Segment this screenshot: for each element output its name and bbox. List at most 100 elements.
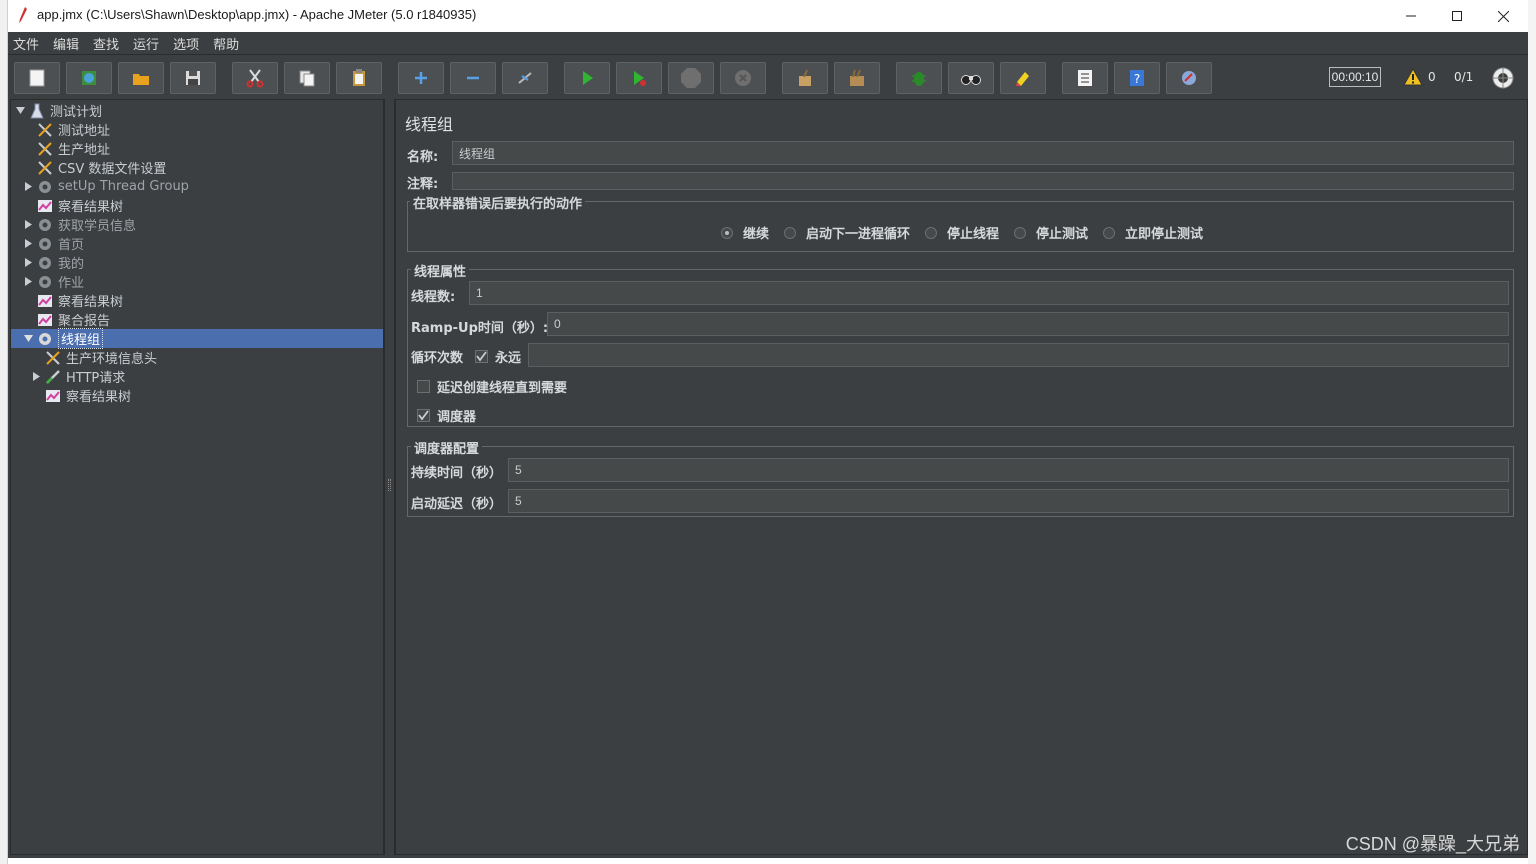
thread-group-icon xyxy=(36,235,54,253)
menu-file[interactable]: 文件 xyxy=(13,34,45,53)
radio-label: 停止测试 xyxy=(1036,227,1089,242)
cut-button[interactable] xyxy=(232,62,278,94)
tree-node-label: 作业 xyxy=(58,276,85,291)
toggle-button[interactable] xyxy=(502,62,548,94)
menu-options[interactable]: 选项 xyxy=(173,34,205,53)
tree-node-thread-group[interactable]: 首页 xyxy=(23,234,84,253)
delay-thread-creation-checkbox[interactable]: 延迟创建线程直到需要 xyxy=(417,377,567,396)
reset-search-button[interactable] xyxy=(1000,62,1046,94)
name-input[interactable]: 线程组 xyxy=(452,141,1514,165)
forever-checkbox[interactable]: 永远 xyxy=(475,347,521,366)
minimize-button[interactable] xyxy=(1388,0,1434,32)
paste-icon xyxy=(353,69,365,86)
expand-arrow-icon[interactable] xyxy=(31,372,41,382)
function-helper-button[interactable] xyxy=(1062,62,1108,94)
radio-stop-thread[interactable]: 停止线程 xyxy=(925,223,999,242)
tree-node-thread-group[interactable]: 作业 xyxy=(23,272,84,291)
tree-node-test-plan[interactable]: 测试计划 xyxy=(15,101,102,120)
expand-arrow-icon[interactable] xyxy=(23,220,33,230)
copy-button[interactable] xyxy=(284,62,330,94)
clear-all-button[interactable] xyxy=(834,62,880,94)
open-button[interactable] xyxy=(118,62,164,94)
tree-node-csv-config[interactable]: CSV 数据文件设置 xyxy=(36,158,166,177)
tree-node-setup-thread-group[interactable]: setUp Thread Group xyxy=(23,177,189,196)
debug-icon xyxy=(912,72,926,86)
radio-start-next-loop[interactable]: 启动下一进程循环 xyxy=(784,223,910,242)
tree-node-header-manager[interactable]: 生产环境信息头 xyxy=(44,348,157,367)
thread-group-icon xyxy=(36,216,54,234)
expand-arrow-icon[interactable] xyxy=(23,258,33,268)
search-button[interactable] xyxy=(948,62,994,94)
thread-group-icon xyxy=(36,330,54,348)
start-no-pause-icon xyxy=(634,71,646,86)
tree-node-http-request[interactable]: HTTP请求 xyxy=(31,367,125,386)
tree-node-thread-group-selected[interactable]: 线程组 xyxy=(11,328,383,349)
menu-help[interactable]: 帮助 xyxy=(213,34,245,53)
expand-all-button[interactable] xyxy=(398,62,444,94)
config-element-icon xyxy=(36,121,54,139)
tree-node-thread-group[interactable]: 获取学员信息 xyxy=(23,215,136,234)
tree-node-listener[interactable]: 察看结果树 xyxy=(36,291,123,310)
window-title: app.jmx (C:\Users\Shawn\Desktop\app.jmx)… xyxy=(37,7,477,22)
stop-button[interactable] xyxy=(668,62,714,94)
close-icon xyxy=(1497,10,1509,22)
tree-node-aggregate-report[interactable]: 聚合报告 xyxy=(36,310,110,329)
tree-node-config[interactable]: 测试地址 xyxy=(36,120,110,139)
tree-node-label: 生产环境信息头 xyxy=(66,352,158,367)
menu-run[interactable]: 运行 xyxy=(133,34,165,53)
collapse-arrow-icon[interactable] xyxy=(23,334,33,344)
comment-input[interactable] xyxy=(452,172,1514,190)
start-button[interactable] xyxy=(564,62,610,94)
close-button[interactable] xyxy=(1480,0,1526,32)
menu-bar: 文件 编辑 查找 运行 选项 帮助 xyxy=(8,32,1528,54)
svg-text:?: ? xyxy=(1134,72,1140,86)
radio-continue[interactable]: 继续 xyxy=(721,223,769,242)
duration-input[interactable]: 5 xyxy=(508,458,1509,482)
tree-node-thread-group[interactable]: 我的 xyxy=(23,253,84,272)
expand-arrow-icon[interactable] xyxy=(23,239,33,249)
remote-start-button[interactable] xyxy=(1166,62,1212,94)
radio-icon xyxy=(784,226,796,239)
rampup-input[interactable]: 0 xyxy=(547,312,1509,336)
tree-node-label: CSV 数据文件设置 xyxy=(58,162,167,177)
menu-edit[interactable]: 编辑 xyxy=(53,34,85,53)
rampup-label: Ramp-Up时间（秒）: xyxy=(411,321,549,336)
thread-group-icon xyxy=(36,273,54,291)
checkbox-icon xyxy=(417,380,430,393)
warning-icon[interactable] xyxy=(1403,68,1423,86)
help-button[interactable]: ? xyxy=(1114,62,1160,94)
panel-splitter[interactable] xyxy=(384,99,395,855)
scheduler-checkbox[interactable]: 调度器 xyxy=(417,406,476,425)
startup-delay-input[interactable]: 5 xyxy=(508,489,1509,513)
tree-node-listener[interactable]: 察看结果树 xyxy=(44,386,131,405)
search-icon xyxy=(961,75,981,85)
radio-stop-test-now[interactable]: 立即停止测试 xyxy=(1103,223,1203,242)
shutdown-button[interactable] xyxy=(720,62,766,94)
loop-count-input[interactable] xyxy=(528,343,1509,367)
collapse-all-button[interactable] xyxy=(450,62,496,94)
collapse-arrow-icon[interactable] xyxy=(15,106,25,116)
new-button[interactable] xyxy=(14,62,60,94)
name-label: 名称: xyxy=(407,150,439,165)
start-no-pauses-button[interactable] xyxy=(616,62,662,94)
templates-button[interactable] xyxy=(66,62,112,94)
config-element-icon xyxy=(44,349,62,367)
expand-arrow-icon[interactable] xyxy=(23,277,33,287)
splitter-grip[interactable] xyxy=(388,479,391,491)
radio-label: 启动下一进程循环 xyxy=(806,227,911,242)
debug-button[interactable] xyxy=(896,62,942,94)
tree-node-config[interactable]: 生产地址 xyxy=(36,139,110,158)
config-element-icon xyxy=(36,140,54,158)
radio-label: 立即停止测试 xyxy=(1125,227,1204,242)
paste-button[interactable] xyxy=(336,62,382,94)
save-button[interactable] xyxy=(170,62,216,94)
clear-button[interactable] xyxy=(782,62,828,94)
threads-input[interactable]: 1 xyxy=(469,281,1509,305)
tree-node-label: 我的 xyxy=(58,257,85,272)
menu-search[interactable]: 查找 xyxy=(93,34,125,53)
maximize-button[interactable] xyxy=(1434,0,1480,32)
radio-stop-test[interactable]: 停止测试 xyxy=(1014,223,1088,242)
tree-node-listener[interactable]: 察看结果树 xyxy=(36,196,123,215)
duration-label: 持续时间（秒） xyxy=(411,466,503,481)
expand-arrow-icon[interactable] xyxy=(23,182,33,192)
